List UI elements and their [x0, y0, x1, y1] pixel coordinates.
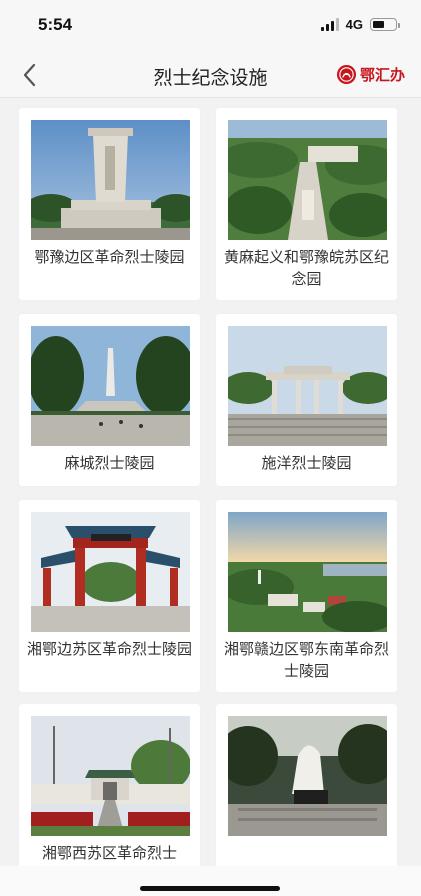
facility-name: 湘鄂西苏区革命烈士	[41, 844, 177, 862]
status-time: 5:54	[38, 15, 73, 34]
facility-photo	[31, 512, 190, 632]
stone-archway-photo	[228, 326, 387, 446]
battery-icon	[370, 18, 400, 31]
status-bar: 5:54 4G	[0, 0, 421, 52]
facility-card[interactable]: 湘鄂赣边区鄂东南革命烈士陵园	[216, 500, 397, 692]
home-indicator[interactable]	[140, 886, 280, 891]
facility-card[interactable]	[216, 704, 397, 874]
facility-name: 麻城烈士陵园	[64, 454, 155, 472]
facility-card[interactable]: 湘鄂边苏区革命烈士陵园	[19, 500, 200, 692]
facility-name: 湘鄂边苏区革命烈士陵园	[27, 640, 193, 658]
obelisk-avenue-photo	[31, 326, 190, 446]
status-indicators: 4G	[320, 17, 400, 32]
brand-logo-icon	[336, 64, 357, 85]
monument-obelisk-photo	[31, 120, 190, 240]
memorial-park-aerial-photo	[228, 120, 387, 240]
facility-name: 鄂豫边区革命烈士陵园	[34, 248, 185, 266]
facility-card[interactable]: 黄麻起义和鄂豫皖苏区纪念园	[216, 108, 397, 300]
gate-road-photo	[31, 716, 190, 836]
red-gate-photo	[31, 512, 190, 632]
facility-photo	[228, 120, 387, 240]
bottom-safe-area	[0, 866, 421, 896]
facility-name: 施洋烈士陵园	[261, 454, 352, 472]
hillside-aerial-photo	[228, 512, 387, 632]
nav-bar: 烈士纪念设施 鄂汇办	[0, 52, 421, 98]
facility-card[interactable]: 施洋烈士陵园	[216, 314, 397, 486]
facility-photo	[31, 326, 190, 446]
facility-photo	[228, 326, 387, 446]
signal-icon	[320, 18, 339, 31]
network-type: 4G	[345, 17, 363, 32]
facility-photo	[31, 716, 190, 836]
facility-card[interactable]: 麻城烈士陵园	[19, 314, 200, 486]
facility-card[interactable]: 鄂豫边区革命烈士陵园	[19, 108, 200, 300]
facility-photo	[228, 716, 387, 836]
brand-logo-link[interactable]: 鄂汇办	[336, 64, 405, 85]
facility-card[interactable]: 湘鄂西苏区革命烈士	[19, 704, 200, 874]
facility-name: 黄麻起义和鄂豫皖苏区纪念园	[224, 248, 390, 288]
facility-photo	[31, 120, 190, 240]
brand-name: 鄂汇办	[359, 66, 405, 84]
facility-photo	[228, 512, 387, 632]
facility-name: 湘鄂赣边区鄂东南革命烈士陵园	[224, 640, 390, 680]
white-statue-photo	[228, 716, 387, 836]
